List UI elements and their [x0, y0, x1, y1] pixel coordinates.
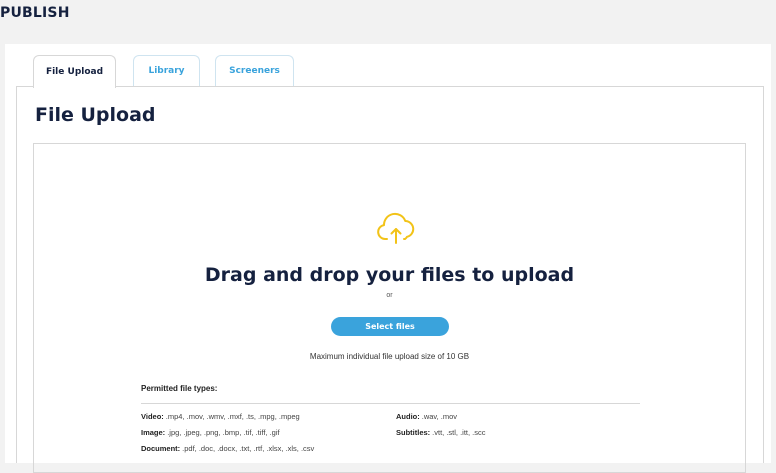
or-separator: or: [386, 292, 393, 299]
file-type-video: Video: .mp4, .mov, .wmv, .mxf, .ts, .mpg,…: [141, 412, 300, 421]
tab-screeners[interactable]: Screeners: [215, 55, 294, 86]
file-upload-tab-panel: File Upload Drag and drop your files to …: [16, 86, 764, 473]
file-type-values: .pdf, .doc, .docx, .txt, .rtf, .xlsx, .x…: [182, 444, 315, 453]
file-type-audio: Audio: .wav, .mov: [396, 412, 457, 421]
file-type-document: Document: .pdf, .doc, .docx, .txt, .rtf, …: [141, 444, 314, 453]
file-type-values: .vtt, .stl, .itt, .scc: [432, 428, 486, 437]
section-title: File Upload: [35, 104, 156, 126]
tab-library[interactable]: Library: [133, 55, 200, 86]
file-type-values: .jpg, .jpeg, .png, .bmp, .tif, .tiff, .g…: [167, 428, 280, 437]
file-type-values: .wav, .mov: [421, 412, 458, 421]
tab-file-upload[interactable]: File Upload: [33, 55, 116, 88]
file-type-label: Video:: [141, 412, 164, 421]
divider: [141, 403, 640, 404]
select-files-button[interactable]: Select files: [331, 317, 449, 336]
file-type-values: .mp4, .mov, .wmv, .mxf, .ts, .mpg, .mpeg: [165, 412, 300, 421]
file-type-label: Subtitles:: [396, 428, 431, 437]
file-type-image: Image: .jpg, .jpeg, .png, .bmp, .tif, .ti…: [141, 428, 280, 437]
drag-drop-heading: Drag and drop your files to upload: [204, 264, 575, 286]
file-type-label: Image:: [141, 428, 166, 437]
permitted-types-label: Permitted file types:: [141, 384, 218, 393]
max-size-note: Maximum individual file upload size of 1…: [309, 352, 470, 361]
publish-panel: File Upload Library Screeners File Uploa…: [5, 44, 771, 473]
file-dropzone[interactable]: Drag and drop your files to upload or Se…: [33, 143, 746, 473]
file-type-label: Document:: [141, 444, 181, 453]
page-heading: PUBLISH: [0, 5, 70, 21]
file-type-subtitles: Subtitles: .vtt, .stl, .itt, .scc: [396, 428, 486, 437]
cloud-upload-icon: [377, 212, 415, 244]
file-type-label: Audio:: [396, 412, 420, 421]
